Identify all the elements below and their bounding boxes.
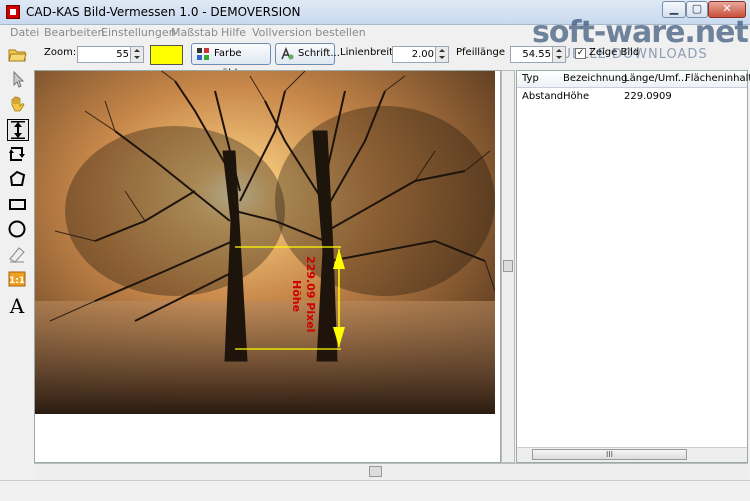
show-image-label: Zeige Bild bbox=[589, 47, 640, 58]
rectangle-icon[interactable] bbox=[7, 194, 29, 216]
canvas-vertical-thumb[interactable] bbox=[503, 260, 513, 272]
svg-text:1:1: 1:1 bbox=[9, 276, 25, 286]
arrow-length-input[interactable]: 54.55 bbox=[510, 46, 566, 63]
list-header: Typ Bezeichnung Länge/Umf... Flächeninha… bbox=[517, 71, 750, 88]
toolbar: Zoom: 55 Linienbreite: 2.00 Pfeillänge 5… bbox=[0, 42, 750, 68]
font-button[interactable]: Schrift... bbox=[275, 43, 340, 65]
open-folder-icon[interactable] bbox=[7, 44, 29, 66]
text-icon[interactable]: A bbox=[7, 294, 29, 318]
tree-photo bbox=[35, 71, 495, 414]
measurement-label: 229.09 Pixel bbox=[304, 256, 317, 333]
measure-icon[interactable] bbox=[7, 119, 29, 141]
scale-icon[interactable]: 1:1 bbox=[7, 269, 29, 291]
menu-einstellungen[interactable]: Einstellungen bbox=[101, 26, 176, 39]
status-bar bbox=[0, 480, 750, 501]
menu-vollversion[interactable]: Vollversion bestellen bbox=[252, 26, 366, 39]
linewidth-spinner[interactable] bbox=[435, 47, 448, 62]
font-icon bbox=[281, 47, 294, 60]
row-bezeichnung: Höhe bbox=[563, 91, 590, 102]
column-header-laenge[interactable]: Länge/Umf... bbox=[624, 73, 687, 84]
rotate-icon[interactable] bbox=[7, 144, 29, 166]
palette-icon bbox=[197, 48, 209, 60]
zoom-value: 55 bbox=[116, 49, 129, 60]
show-image-checkbox[interactable]: ✓ bbox=[575, 48, 586, 59]
canvas-vertical-scrollbar[interactable] bbox=[501, 70, 515, 463]
app-icon bbox=[6, 5, 20, 19]
svg-text:A: A bbox=[9, 294, 25, 316]
column-header-typ[interactable]: Typ bbox=[522, 73, 539, 84]
list-scroll-thumb[interactable]: III bbox=[532, 449, 687, 460]
color-swatch[interactable] bbox=[150, 45, 183, 65]
polygon-icon[interactable] bbox=[7, 169, 29, 191]
circle-icon[interactable] bbox=[7, 219, 29, 241]
hand-icon[interactable] bbox=[7, 94, 29, 116]
eraser-icon[interactable] bbox=[7, 244, 29, 266]
menu-hilfe[interactable]: Hilfe bbox=[221, 26, 246, 39]
menu-datei[interactable]: Datei bbox=[10, 26, 39, 39]
linewidth-value: 2.00 bbox=[411, 49, 434, 60]
canvas-horizontal-thumb[interactable] bbox=[369, 466, 382, 477]
zoom-spinner[interactable] bbox=[130, 47, 143, 62]
canvas-horizontal-scrollbar[interactable] bbox=[34, 463, 748, 479]
window-title: CAD-KAS Bild-Vermessen 1.0 - DEMOVERSION bbox=[26, 5, 301, 19]
zoom-label: Zoom: bbox=[44, 47, 77, 58]
arrow-length-spinner[interactable] bbox=[552, 47, 565, 62]
arrow-length-label: Pfeillänge bbox=[456, 47, 506, 58]
zoom-input[interactable]: 55 bbox=[77, 46, 144, 63]
image-canvas[interactable]: 229.09 Pixel Höhe bbox=[34, 70, 501, 463]
measurement-list[interactable]: Typ Bezeichnung Länge/Umf... Flächeninha… bbox=[516, 70, 750, 463]
choose-color-button[interactable]: Farbe wählen bbox=[191, 43, 271, 79]
list-horizontal-scrollbar[interactable]: III bbox=[517, 447, 747, 462]
row-typ: Abstand bbox=[522, 91, 564, 102]
row-laenge: 229.0909 bbox=[624, 91, 672, 102]
menu-massstab[interactable]: Maßstab bbox=[171, 26, 218, 39]
measurement-sublabel: Höhe bbox=[290, 280, 303, 313]
pointer-icon[interactable] bbox=[7, 69, 29, 91]
arrow-length-value: 54.55 bbox=[522, 49, 551, 60]
column-header-bezeichnung[interactable]: Bezeichnung bbox=[563, 73, 627, 84]
column-header-flaeche[interactable]: Flächeninhalt bbox=[685, 73, 750, 84]
linewidth-input[interactable]: 2.00 bbox=[392, 46, 449, 63]
font-button-label: Schrift... bbox=[298, 48, 340, 59]
menu-bearbeiten[interactable]: Bearbeiten bbox=[44, 26, 104, 39]
